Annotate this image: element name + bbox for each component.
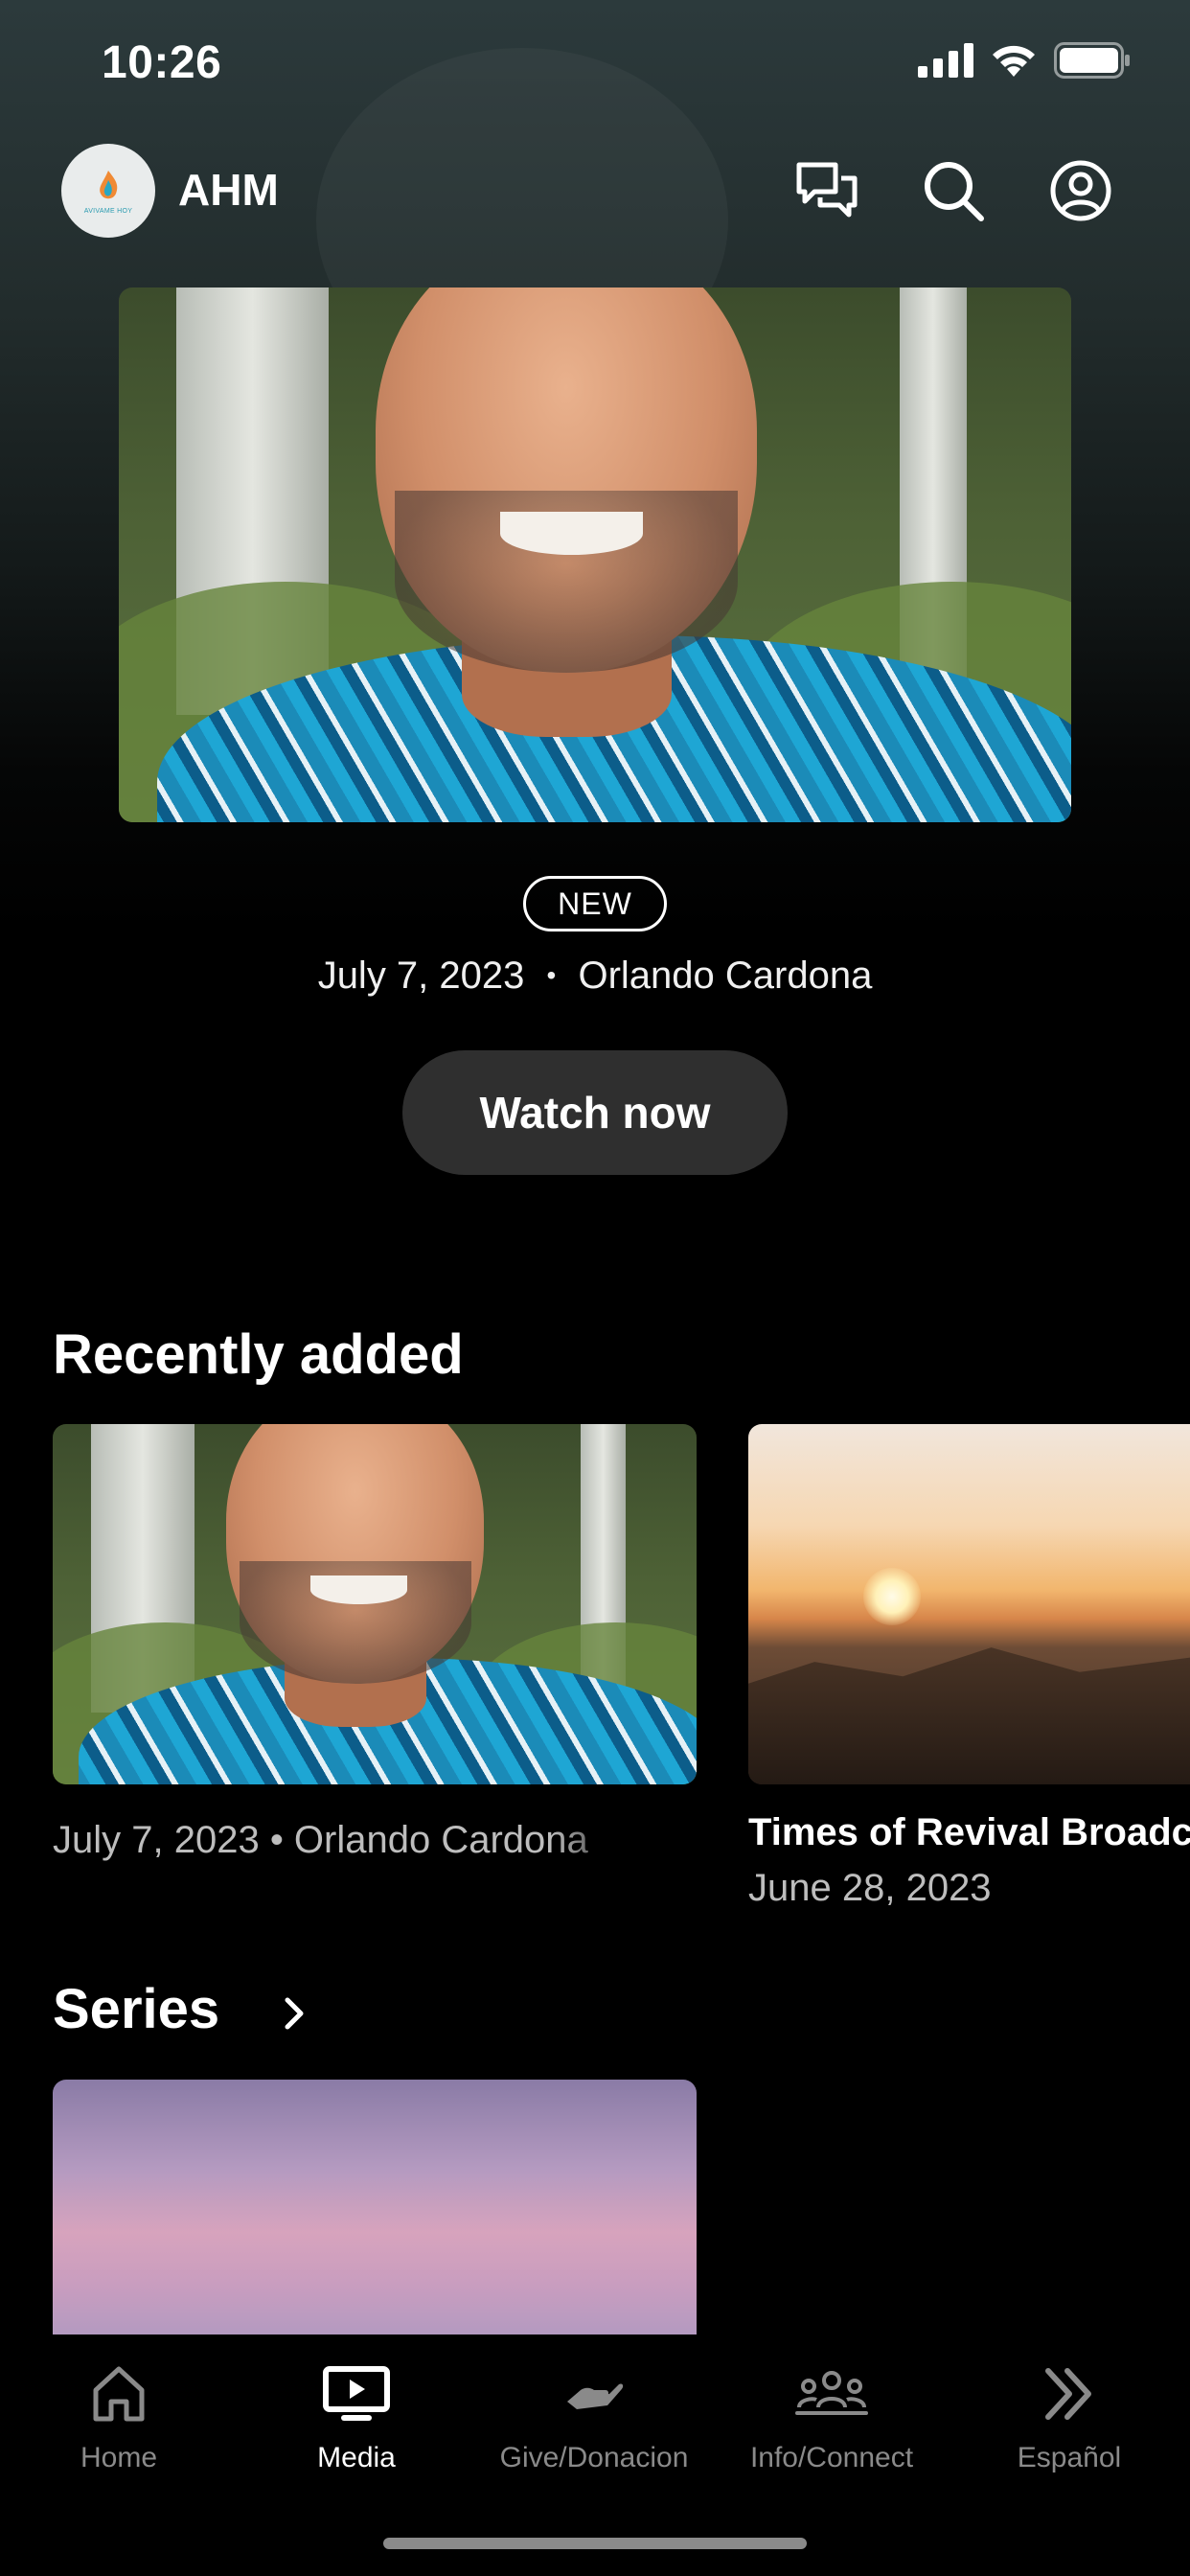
battery-icon — [1054, 42, 1130, 79]
recent-card-2-meta: June 28, 2023 — [748, 1867, 992, 1909]
chat-button[interactable] — [789, 152, 865, 229]
tab-media[interactable]: Media — [241, 2356, 471, 2499]
profile-button[interactable] — [1042, 152, 1119, 229]
tab-label: Media — [317, 2442, 396, 2473]
series-thumbnail — [53, 2080, 697, 2334]
tab-label: Español — [1017, 2442, 1122, 2473]
tab-label: Give/Donacion — [499, 2442, 689, 2473]
app-header: AVIVAME HOY AHM — [0, 139, 1190, 242]
people-icon — [795, 2371, 868, 2415]
app-logo[interactable]: AVIVAME HOY — [61, 144, 155, 238]
speaker-photo — [119, 288, 1071, 822]
recently-added-title: Recently added — [53, 1323, 464, 1386]
double-chevron-icon — [1045, 2368, 1091, 2420]
tab-label: Home — [80, 2442, 158, 2473]
profile-icon — [1050, 160, 1111, 221]
wifi-icon — [993, 45, 1035, 77]
tab-info-connect[interactable]: Info/Connect — [717, 2356, 947, 2499]
card-thumbnail — [748, 1424, 1190, 1784]
hero-date: July 7, 2023 — [317, 954, 525, 997]
series-title[interactable]: Series — [53, 1977, 219, 2041]
recent-card-2-title: Times of Revival Broadcast — [748, 1811, 1190, 1853]
status-icons — [918, 42, 1131, 79]
flame-logo-icon — [100, 171, 118, 199]
hero-speaker: Orlando Cardona — [578, 954, 873, 997]
app-title: AHM — [178, 165, 279, 215]
recent-card-2[interactable] — [748, 1424, 1190, 1784]
tab-home[interactable]: Home — [4, 2356, 234, 2499]
chevron-right-icon[interactable] — [280, 1996, 309, 2031]
hero-thumbnail[interactable] — [119, 288, 1071, 822]
new-badge: NEW — [523, 876, 667, 932]
logo-text: AVIVAME HOY — [83, 208, 133, 215]
home-indicator[interactable] — [383, 2538, 807, 2549]
chat-icon — [796, 162, 858, 218]
search-icon — [925, 162, 984, 221]
search-button[interactable] — [915, 152, 992, 229]
status-bar: 10:26 — [0, 0, 1190, 134]
meta-separator: • — [546, 960, 557, 990]
card-thumbnail — [53, 1424, 697, 1784]
signal-icon — [918, 43, 973, 78]
series-card[interactable] — [53, 2080, 697, 2334]
home-icon — [93, 2366, 145, 2422]
tab-label: Info/Connect — [749, 2442, 914, 2473]
recent-card-1-meta: July 7, 2023 • Orlando Cardona — [53, 1819, 588, 1861]
hero-meta: July 7, 2023 • Orlando Cardona — [0, 954, 1190, 998]
give-icon — [567, 2383, 624, 2409]
tab-espanol[interactable]: Español — [954, 2356, 1184, 2499]
status-time: 10:26 — [102, 37, 222, 88]
watch-now-button[interactable]: Watch now — [402, 1050, 788, 1175]
tab-give[interactable]: Give/Donacion — [479, 2356, 709, 2499]
media-icon — [323, 2366, 390, 2421]
recent-card-1[interactable] — [53, 1424, 697, 1784]
